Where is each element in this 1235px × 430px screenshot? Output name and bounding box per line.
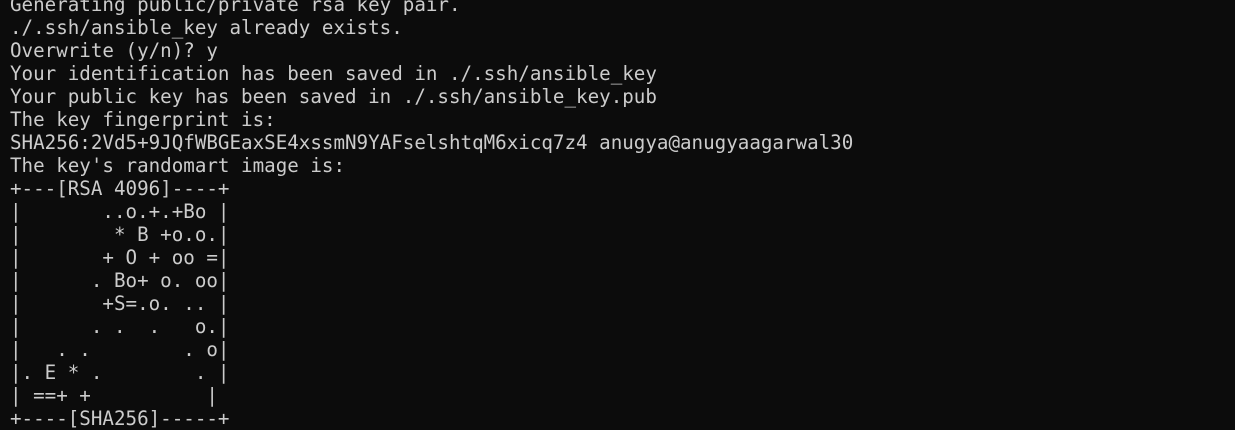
output-line-key-exists: ./.ssh/ansible_key already exists. [10,16,403,39]
output-line-rsa-generating: Generating public/private rsa key pair. [10,0,461,16]
output-line-public-key-saved: Your public key has been saved in ./.ssh… [10,85,657,108]
output-line-fingerprint-heading: The key fingerprint is: [10,108,276,131]
output-line-fingerprint-value: SHA256:2Vd5+9JQfWBGEaxSE4xssmN9YAFselsht… [10,131,854,154]
output-line-identification-saved: Your identification has been saved in ./… [10,62,657,85]
randomart-top-border: +---[RSA 4096]----+ [10,177,230,200]
output-line-overwrite-prompt: Overwrite (y/n)? y [10,39,218,62]
terminal-output: Generating public/private rsa key pair. … [10,0,853,430]
randomart-row: | . . . o.| [10,315,230,338]
randomart-row: | ==+ + | [10,384,218,407]
randomart-row: | + O + oo =| [10,246,230,269]
randomart-row: | * B +o.o.| [10,223,230,246]
randomart-row: | . Bo+ o. oo| [10,269,230,292]
terminal-window[interactable]: Generating public/private rsa key pair. … [0,0,1235,430]
randomart-row: | +S=.o. .. | [10,292,230,315]
output-line-randomart-heading: The key's randomart image is: [10,154,346,177]
randomart-bottom-border: +----[SHA256]-----+ [10,407,230,430]
randomart-row: | ..o.+.+Bo | [10,200,230,223]
randomart-row: | . . . o| [10,338,230,361]
randomart-row: |. E * . . | [10,361,230,384]
